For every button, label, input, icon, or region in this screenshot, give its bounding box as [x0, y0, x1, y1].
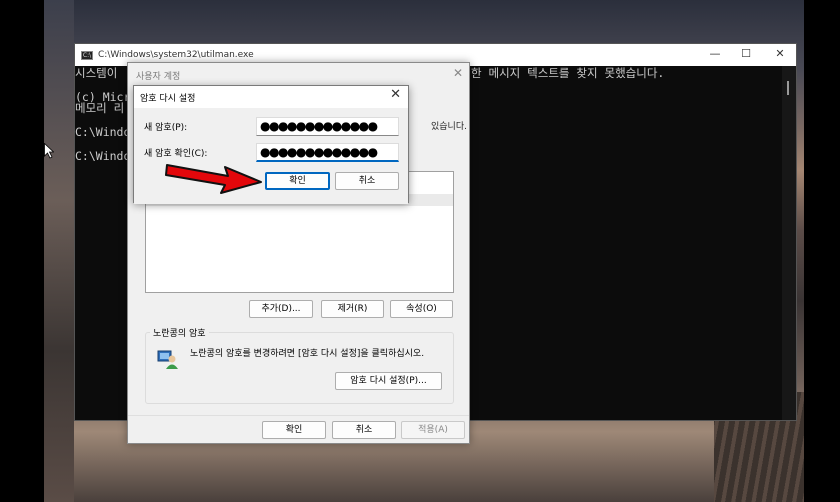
scrollbar-thumb[interactable] [787, 81, 789, 95]
user-icon [157, 350, 178, 369]
minimize-button[interactable]: — [707, 47, 723, 61]
apply-button[interactable]: 적용(A) [401, 421, 465, 439]
close-button[interactable]: ✕ [772, 47, 788, 61]
ok-button[interactable]: 확인 [265, 172, 330, 190]
user-accounts-title: 사용자 계정 [136, 72, 181, 82]
console-line: 시스템이 [75, 66, 118, 80]
cancel-button[interactable]: 취소 [335, 172, 399, 190]
console-line: C:\Windo [75, 149, 131, 163]
console-icon: C:\ [81, 50, 93, 60]
description-text: 있습니다. [431, 122, 467, 132]
mouse-cursor-icon [44, 143, 54, 159]
console-line: 한 메시지 텍스트를 찾지 못했습니다. [471, 66, 665, 80]
console-line: 메모리 리 [75, 101, 125, 115]
add-user-button[interactable]: 추가(D)... [249, 300, 313, 318]
password-group [145, 332, 454, 404]
cancel-button[interactable]: 취소 [332, 421, 396, 439]
cmd-title: C:\Windows\system32\utilman.exe [98, 50, 254, 60]
properties-button[interactable]: 속성(O) [390, 300, 453, 318]
cmd-scrollbar[interactable] [782, 66, 796, 420]
reset-password-title: 암호 다시 설정 [140, 94, 196, 104]
group-label: 노란콩의 암호 [150, 326, 209, 339]
maximize-button[interactable]: ☐ [738, 47, 754, 61]
group-description: 노란콩의 암호를 변경하려면 [암호 다시 설정]을 클릭하십시오. [190, 349, 425, 359]
close-icon[interactable]: ✕ [390, 87, 401, 102]
console-line: C:\Windo [75, 125, 131, 139]
ok-button[interactable]: 확인 [262, 421, 326, 439]
confirm-password-field[interactable]: ●●●●●●●●●●●●● [256, 143, 399, 162]
desktop-edge [44, 0, 74, 502]
close-icon[interactable]: ✕ [453, 66, 463, 80]
new-password-label: 새 암호(P): [144, 123, 188, 133]
reset-password-button[interactable]: 암호 다시 설정(P)... [335, 372, 442, 390]
remove-user-button[interactable]: 제거(R) [321, 300, 384, 318]
arrow-annotation-icon [165, 164, 262, 194]
new-password-field[interactable]: ●●●●●●●●●●●●● [256, 117, 399, 136]
